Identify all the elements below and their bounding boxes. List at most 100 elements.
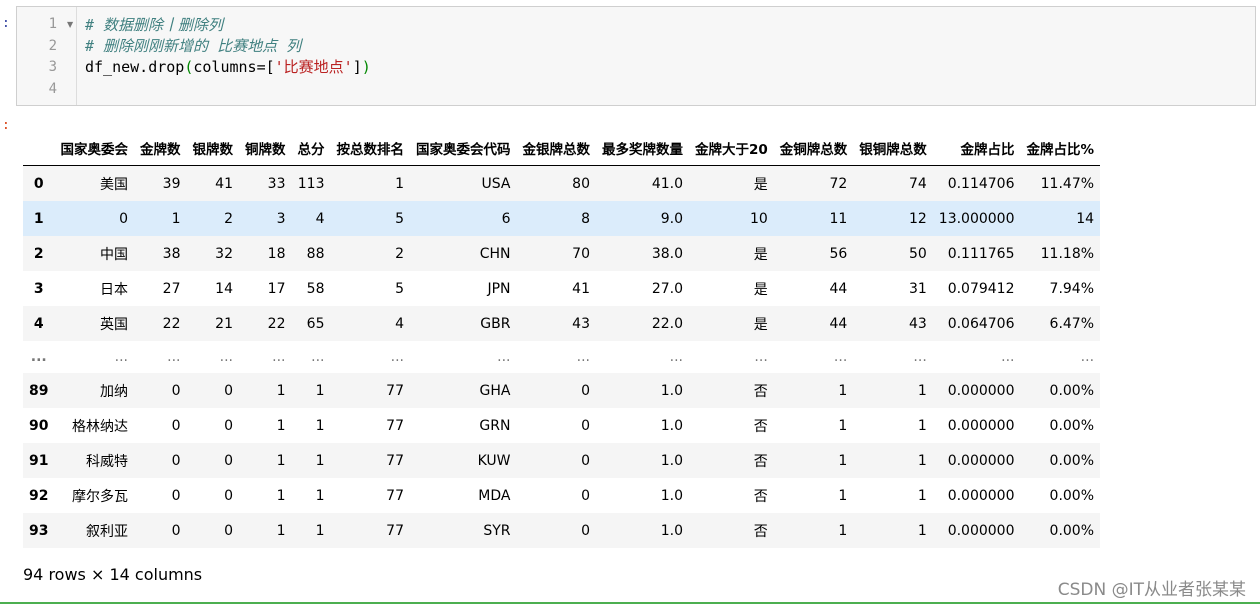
- table-cell: 65: [306, 315, 325, 332]
- table-cell: 1.0: [660, 417, 683, 434]
- table-cell: 77: [386, 417, 404, 434]
- table-cell: 14: [215, 280, 233, 297]
- table-cell: 4: [315, 210, 325, 227]
- table-cell: 14: [1076, 210, 1095, 227]
- table-cell: 是: [753, 316, 768, 333]
- table-cell: 22.0: [651, 315, 683, 332]
- table-cell: MDA: [478, 487, 511, 504]
- table-cell: ...: [754, 349, 768, 365]
- table-row[interactable]: 89 加纳 0 0 1 1 77 GHA 0 1.0 否 1 1 0.000000 0.00%: [23, 373, 1101, 408]
- table-cell: 摩尔多瓦: [71, 488, 128, 505]
- column-header: 总分: [291, 131, 331, 166]
- table-cell: 格林纳达: [71, 418, 128, 435]
- table-cell: 否: [753, 383, 768, 400]
- row-index: 92: [29, 487, 49, 504]
- table-cell: 32: [215, 245, 233, 262]
- code-call: df_new.drop: [85, 58, 185, 76]
- table-cell: 8: [581, 210, 590, 227]
- table-cell: 80: [572, 175, 590, 192]
- table-row[interactable]: 91 科威特 0 0 1 1 77 KUW 0 1.0 否 1 1 0.000000 0.00%: [23, 443, 1101, 478]
- table-cell: 是: [753, 281, 768, 298]
- table-cell: 0.064706: [947, 315, 1015, 332]
- table-row[interactable]: 93 叙利亚 0 0 1 1 77 SYR 0 1.0 否 1 1 0.000000 0.00%: [23, 513, 1101, 548]
- table-cell: 43: [572, 315, 590, 332]
- table-cell: 1.0: [660, 487, 683, 504]
- table-cell: 0.00%: [1049, 487, 1095, 504]
- table-cell: 77: [386, 487, 404, 504]
- table-cell: 1: [917, 417, 927, 434]
- table-cell: ...: [497, 349, 511, 365]
- table-cell: ...: [272, 349, 286, 365]
- table-cell: 5: [395, 280, 404, 297]
- table-cell: 27: [162, 280, 181, 297]
- table-cell: 叙利亚: [85, 523, 128, 540]
- fold-arrow-icon[interactable]: ▼: [67, 20, 73, 29]
- table-cell: USA: [481, 175, 511, 192]
- table-cell: 2: [224, 210, 233, 227]
- table-row[interactable]: ........................................…: [23, 341, 1101, 373]
- table-cell: 1.0: [660, 382, 683, 399]
- line-number: 3: [48, 59, 57, 75]
- table-cell: 1: [315, 382, 325, 399]
- table-row[interactable]: 4 英国 22 21 22 65 4 GBR 43 22.0 是 44 43 0.064706 6.47%: [23, 306, 1101, 341]
- dataframe-output: 国家奥委会 金牌数 银牌数 铜牌数 总分 按总数排名 国家奥委会代码 金银牌总数 最多奖牌数量金…: [23, 131, 1101, 548]
- table-cell: ...: [913, 349, 927, 365]
- code-comment-line: # 数据删除丨删除列: [85, 16, 224, 34]
- table-cell: 否: [753, 453, 768, 470]
- table-cell: 0: [171, 487, 181, 504]
- table-cell: 74: [908, 175, 927, 192]
- code-bracket: ]: [352, 58, 362, 76]
- column-header: 金牌大于20: [688, 131, 774, 166]
- table-row[interactable]: 3 日本 27 14 17 58 5 JPN 41 27.0 是 44 31 0.079412 7.94%: [23, 271, 1101, 306]
- table-cell: 50: [908, 245, 927, 262]
- table-cell: 4: [395, 315, 404, 332]
- table-cell: 0.114706: [947, 175, 1015, 192]
- table-cell: 否: [753, 488, 768, 505]
- table-cell: 11: [829, 210, 848, 227]
- table-row[interactable]: 92 摩尔多瓦 0 0 1 1 77 MDA 0 1.0 否 1 1 0.000000 0.00%: [23, 478, 1101, 513]
- row-index: 3: [33, 280, 44, 297]
- table-row[interactable]: 2 中国 38 32 18 88 2 CHN 70 38.0 是 56 50 0.111765 11.18%: [23, 236, 1101, 271]
- code-statement-line: df_new.drop(columns=['比赛地点']): [85, 57, 371, 79]
- table-cell: 0: [581, 417, 590, 434]
- table-cell: 0.000000: [947, 522, 1015, 539]
- row-index: 93: [29, 522, 49, 539]
- table-cell: SYR: [483, 522, 511, 539]
- table-cell: 0: [581, 452, 590, 469]
- code-cell-editor[interactable]: 1 2 3 4 ▼ # 数据删除丨删除列 # 删除刚刚新增的 比赛地点 列 df…: [16, 6, 1256, 106]
- column-header: 按总数排名: [330, 131, 410, 166]
- table-cell: 0.000000: [947, 452, 1015, 469]
- column-header: 国家奥委会: [54, 131, 134, 166]
- table-cell: 6.47%: [1049, 315, 1095, 332]
- column-header: 金牌占比%: [1020, 131, 1101, 166]
- column-header: 国家奥委会代码: [409, 131, 517, 166]
- table-cell: 中国: [99, 246, 128, 263]
- cell-selection-border: [0, 602, 1260, 604]
- table-cell: 1: [276, 382, 286, 399]
- table-cell: 1: [838, 487, 848, 504]
- table-cell: 58: [306, 280, 325, 297]
- table-cell: 1: [917, 522, 927, 539]
- table-cell: ...: [219, 349, 233, 365]
- table-row[interactable]: 0 美国 39 41 33 113 1 USA 80 41.0 是 72 74 0.114706 11.47…: [23, 165, 1101, 201]
- table-cell: 33: [267, 175, 286, 192]
- table-row[interactable]: 1 0 1 2 3 4 5 6 8 9.0 10 11 12 13.000000 14: [23, 201, 1101, 236]
- table-cell: 0.079412: [947, 280, 1015, 297]
- code-comment-line: # 删除刚刚新增的 比赛地点 列: [85, 37, 302, 55]
- table-cell: 1: [838, 522, 848, 539]
- table-cell: 38.0: [651, 245, 683, 262]
- table-cell: 0.00%: [1049, 417, 1095, 434]
- table-cell: 7.94%: [1049, 280, 1095, 297]
- table-cell: 44: [829, 280, 848, 297]
- table-cell: 1: [315, 417, 325, 434]
- table-cell: ...: [669, 349, 683, 365]
- line-number: 4: [48, 81, 57, 97]
- table-cell: 0: [581, 382, 590, 399]
- table-cell: 0.000000: [947, 487, 1015, 504]
- column-header: 银铜牌总数: [853, 131, 933, 166]
- table-row[interactable]: 90 格林纳达 0 0 1 1 77 GRN 0 1.0 否 1 1 0.000000 0.00%: [23, 408, 1101, 443]
- table-cell: 31: [908, 280, 927, 297]
- table-cell: ...: [1001, 349, 1015, 365]
- table-cell: 0: [224, 417, 233, 434]
- table-cell: 1: [276, 452, 286, 469]
